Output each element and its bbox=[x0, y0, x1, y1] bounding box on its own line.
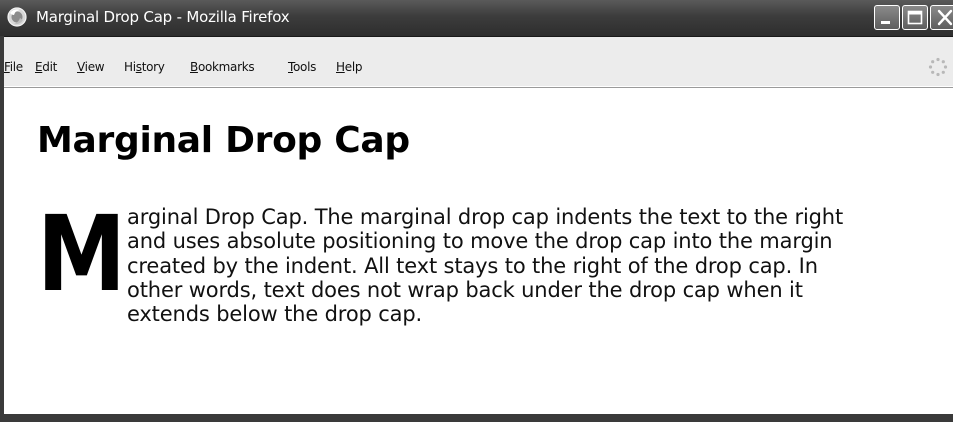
menu-file[interactable]: File bbox=[4, 60, 23, 74]
window-frame-left bbox=[0, 36, 4, 422]
page-content: Marginal Drop Cap M arginal Drop Cap. Th… bbox=[0, 88, 953, 414]
maximize-icon bbox=[907, 10, 923, 25]
menu-help[interactable]: Help bbox=[336, 60, 362, 74]
paragraph-line: and uses absolute positioning to move th… bbox=[127, 229, 833, 254]
drop-cap: M bbox=[37, 193, 127, 315]
title-bar[interactable]: Marginal Drop Cap - Mozilla Firefox bbox=[0, 0, 953, 37]
close-button[interactable] bbox=[930, 5, 953, 30]
menu-bar: File Edit View History Bookmarks Tools H… bbox=[0, 37, 953, 88]
maximize-button[interactable] bbox=[902, 5, 928, 30]
menu-edit[interactable]: Edit bbox=[35, 60, 57, 74]
minimize-button[interactable] bbox=[874, 5, 900, 30]
menu-tools[interactable]: Tools bbox=[288, 60, 316, 74]
minimize-icon bbox=[881, 21, 890, 24]
paragraph: arginal Drop Cap. The marginal drop cap … bbox=[127, 205, 947, 326]
paragraph-line: arginal Drop Cap. The marginal drop cap … bbox=[127, 205, 844, 229]
close-icon bbox=[937, 9, 953, 26]
menu-view[interactable]: View bbox=[77, 60, 105, 74]
window-frame-bottom bbox=[0, 414, 953, 422]
firefox-icon bbox=[6, 6, 28, 28]
menu-bookmarks[interactable]: Bookmarks bbox=[190, 60, 255, 74]
throbber-icon bbox=[928, 57, 948, 77]
window-title: Marginal Drop Cap - Mozilla Firefox bbox=[36, 8, 290, 26]
paragraph-line: created by the indent. All text stays to… bbox=[127, 253, 818, 278]
browser-window: Marginal Drop Cap - Mozilla Firefox File… bbox=[0, 0, 953, 422]
paragraph-line: other words, text does not wrap back und… bbox=[127, 277, 803, 302]
menu-history[interactable]: History bbox=[124, 60, 165, 74]
page-title: Marginal Drop Cap bbox=[37, 120, 410, 161]
paragraph-line: extends below the drop cap. bbox=[127, 302, 423, 327]
